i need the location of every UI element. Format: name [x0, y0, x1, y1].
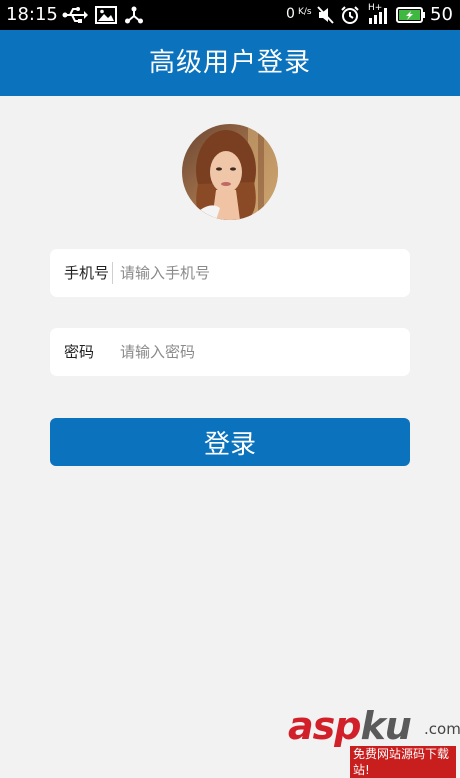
- phone-field: 手机号: [50, 249, 410, 297]
- app-header: 高级用户登录: [0, 30, 460, 96]
- page-title: 高级用户登录: [148, 48, 311, 78]
- phone-label: 手机号: [64, 264, 110, 282]
- image-icon: [95, 6, 117, 24]
- mute-icon: [317, 6, 334, 24]
- watermark: aspku .com 免费网站源码下载站!: [288, 704, 460, 778]
- alarm-icon: [341, 6, 359, 24]
- password-field: 密码: [50, 328, 410, 376]
- battery-icon: [396, 7, 425, 23]
- watermark-tagline: 免费网站源码下载站!: [350, 746, 456, 778]
- watermark-brand: aspku: [288, 704, 412, 748]
- avatar-image: [182, 124, 278, 220]
- watermark-domain-suffix: .com: [424, 720, 460, 738]
- battery-level: 50: [430, 4, 453, 25]
- usb-icon: [62, 7, 88, 23]
- phone-input[interactable]: [120, 249, 400, 297]
- signal-icon: [369, 8, 387, 24]
- net-speed-value: 0: [286, 6, 295, 22]
- phone-field-divider: [112, 262, 113, 284]
- password-input[interactable]: [120, 328, 400, 376]
- status-bar: 18:15 0 K/s H+ 50: [0, 0, 460, 30]
- net-speed-unit: K/s: [298, 7, 312, 17]
- password-label: 密码: [64, 343, 95, 361]
- login-button[interactable]: 登录: [50, 418, 410, 466]
- share-icon: [125, 6, 143, 24]
- avatar: [182, 124, 278, 220]
- status-time: 18:15: [6, 4, 58, 25]
